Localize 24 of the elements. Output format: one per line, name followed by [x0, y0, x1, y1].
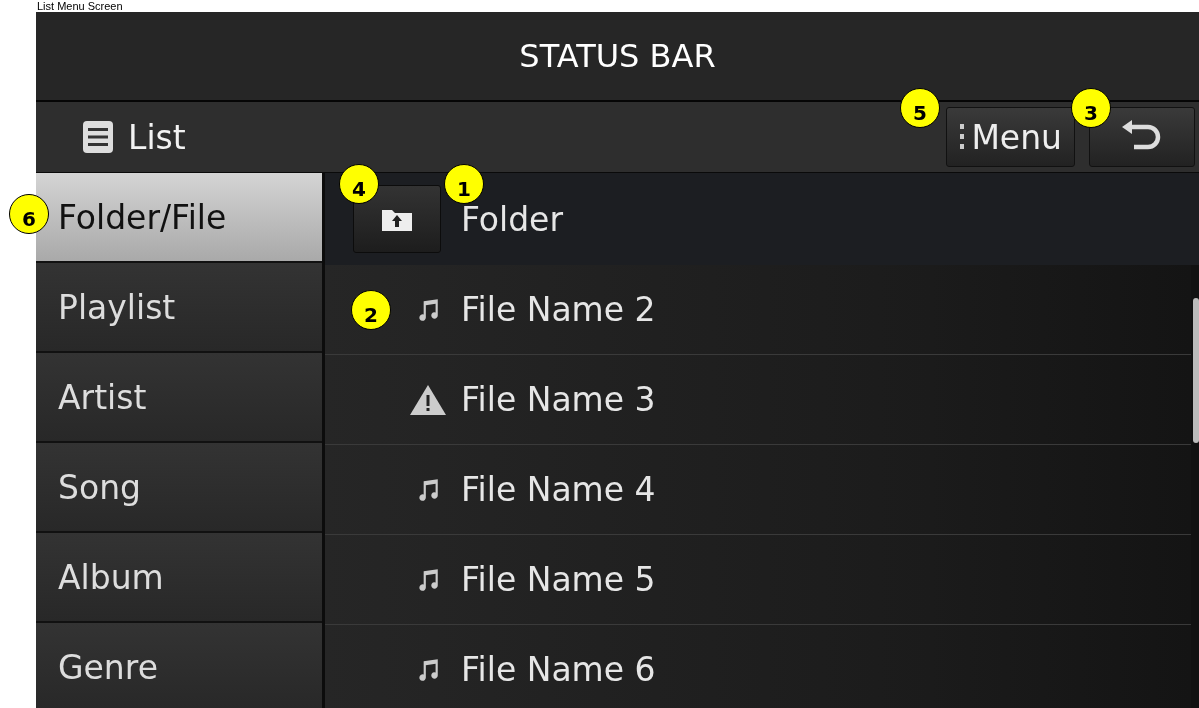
file-row[interactable]: File Name 5 [325, 535, 1191, 625]
sidebar-item[interactable]: Album [36, 533, 322, 623]
callout-badge: 6 [9, 194, 49, 234]
file-row[interactable]: File Name 4 [325, 445, 1191, 535]
file-row[interactable]: File Name 3 [325, 355, 1191, 445]
sidebar-item[interactable]: Genre [36, 623, 322, 708]
file-name: File Name 3 [461, 380, 656, 419]
header-title: List [128, 117, 187, 157]
menu-button[interactable]: Menu [946, 107, 1075, 167]
scrollbar-thumb[interactable] [1193, 298, 1199, 443]
file-name: File Name 6 [461, 650, 656, 689]
sidebar-item[interactable]: Song [36, 443, 322, 533]
vertical-dots-icon [959, 122, 966, 152]
sidebar-item[interactable]: Folder/File [36, 173, 322, 263]
file-name: File Name 2 [461, 290, 656, 329]
sidebar-item[interactable]: Artist [36, 353, 322, 443]
file-name: File Name 4 [461, 470, 656, 509]
file-name: File Name 5 [461, 560, 656, 599]
file-row[interactable]: File Name 6 [325, 625, 1191, 708]
caption: List Menu Screen [36, 0, 124, 12]
sidebar-item[interactable]: Playlist [36, 263, 322, 353]
status-bar: STATUS BAR [36, 12, 1199, 102]
warning-icon [409, 383, 447, 416]
list-icon [82, 120, 114, 154]
